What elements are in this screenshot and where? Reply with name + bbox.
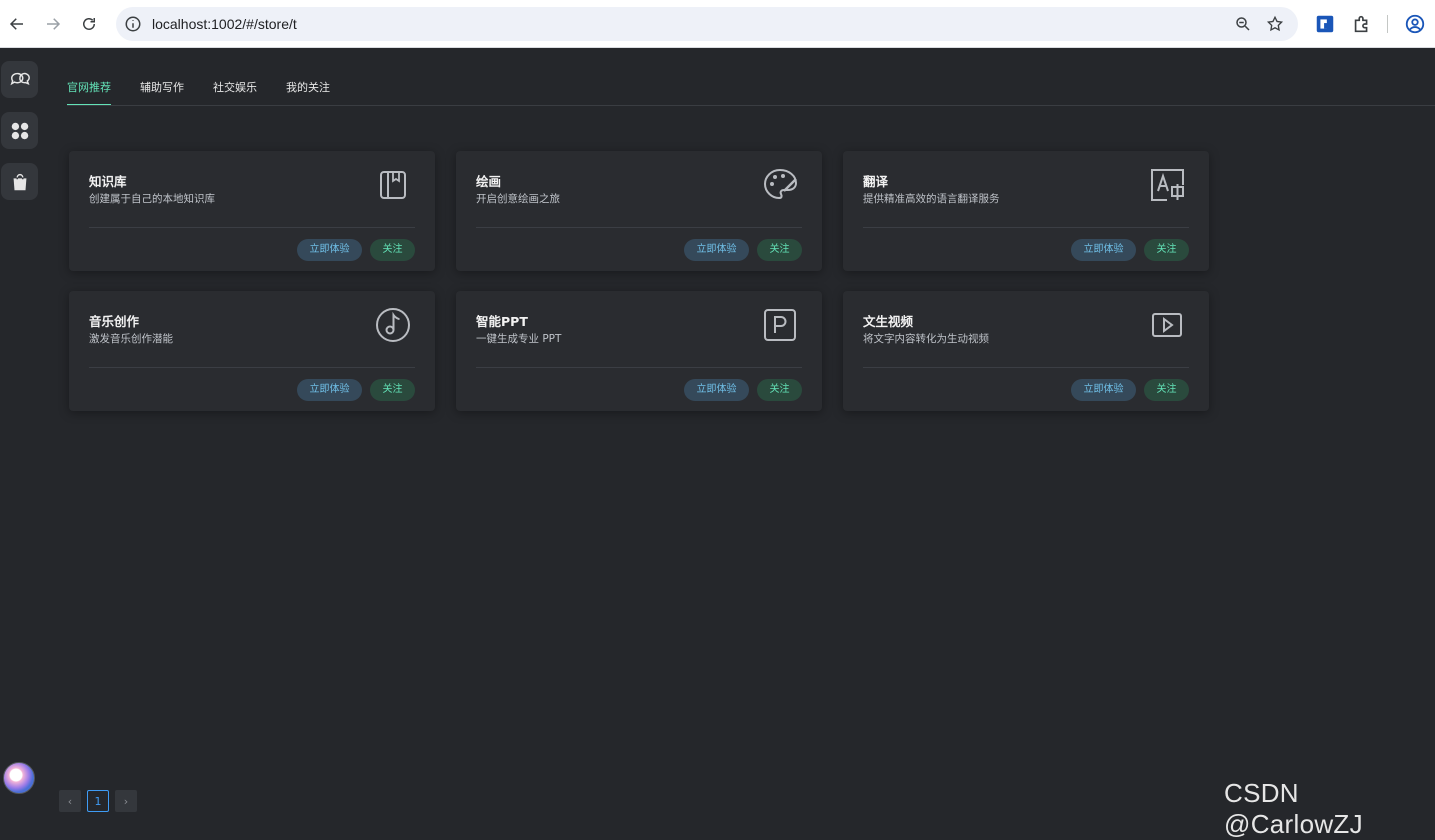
main-content: 官网推荐 辅助写作 社交娱乐 我的关注 知识库 创建属于自己的本地知识库 立即体… <box>40 48 1435 819</box>
follow-button[interactable]: 关注 <box>757 379 802 401</box>
tab-writing-assist[interactable]: 辅助写作 <box>140 80 184 106</box>
follow-button[interactable]: 关注 <box>757 239 802 261</box>
profile-icon[interactable] <box>1404 13 1426 35</box>
tab-my-follows[interactable]: 我的关注 <box>286 80 330 106</box>
card-title: 音乐创作 <box>89 314 140 329</box>
watermark: CSDN @CarlowZJ <box>1224 778 1363 839</box>
try-now-button[interactable]: 立即体验 <box>1071 239 1136 261</box>
app-card-text-to-video: 文生视频 将文字内容转化为生动视频 立即体验 关注 <box>843 291 1209 411</box>
card-divider <box>863 227 1189 228</box>
book-icon <box>380 171 406 199</box>
try-now-button[interactable]: 立即体验 <box>297 379 362 401</box>
try-now-button[interactable]: 立即体验 <box>1071 379 1136 401</box>
pagination: ‹ 1 › <box>59 790 143 812</box>
bookmark-star-icon[interactable] <box>1266 15 1284 33</box>
app-card-knowledge-base: 知识库 创建属于自己的本地知识库 立即体验 关注 <box>69 151 435 271</box>
tabs-divider <box>67 105 1435 106</box>
chat-nav-button[interactable] <box>1 61 38 98</box>
card-divider <box>476 367 802 368</box>
card-description: 激发音乐创作潜能 <box>89 333 173 345</box>
card-description: 提供精准高效的语言翻译服务 <box>863 193 1000 205</box>
arrow-right-icon <box>47 18 61 30</box>
card-description: 将文字内容转化为生动视频 <box>863 333 989 345</box>
ppt-icon <box>764 309 796 341</box>
card-divider <box>863 367 1189 368</box>
reload-button[interactable] <box>76 11 102 37</box>
page-number-button[interactable]: 1 <box>87 790 109 812</box>
try-now-button[interactable]: 立即体验 <box>684 379 749 401</box>
toolbar-separator <box>1387 15 1388 33</box>
try-now-button[interactable]: 立即体验 <box>297 239 362 261</box>
url-text[interactable]: localhost:1002/#/store/t <box>152 15 297 33</box>
avatar[interactable] <box>3 762 35 794</box>
follow-button[interactable]: 关注 <box>1144 379 1189 401</box>
music-note-icon <box>376 308 410 342</box>
zoom-icon[interactable] <box>1234 15 1252 33</box>
address-bar[interactable]: localhost:1002/#/store/t <box>116 7 1298 41</box>
app-card-translate: 翻译 提供精准高效的语言翻译服务 立即体验 关注 <box>843 151 1209 271</box>
follow-button[interactable]: 关注 <box>370 379 415 401</box>
sidebar <box>0 48 40 819</box>
arrow-left-icon <box>9 18 23 30</box>
card-title: 智能PPT <box>476 314 528 329</box>
reload-icon <box>83 18 95 30</box>
card-title: 知识库 <box>89 174 127 189</box>
card-description: 一键生成专业 PPT <box>476 333 562 345</box>
forward-button[interactable] <box>40 11 66 37</box>
card-description: 创建属于自己的本地知识库 <box>89 193 215 205</box>
try-now-button[interactable]: 立即体验 <box>684 239 749 261</box>
card-title: 绘画 <box>476 174 502 189</box>
app-root: 官网推荐 辅助写作 社交娱乐 我的关注 知识库 创建属于自己的本地知识库 立即体… <box>0 48 1435 839</box>
puzzle-icon[interactable] <box>1351 13 1373 35</box>
card-title: 文生视频 <box>863 314 914 329</box>
app-card-music: 音乐创作 激发音乐创作潜能 立即体验 关注 <box>69 291 435 411</box>
app-card-smart-ppt: 智能PPT 一键生成专业 PPT 立即体验 关注 <box>456 291 822 411</box>
card-description: 开启创意绘画之旅 <box>476 193 560 205</box>
chat-bubbles-icon <box>9 72 30 85</box>
card-title: 翻译 <box>863 174 889 189</box>
shopping-bag-icon <box>13 173 26 190</box>
translate-icon <box>1151 169 1184 201</box>
video-play-icon <box>1152 313 1182 337</box>
extension-icon[interactable] <box>1314 13 1336 35</box>
store-nav-button[interactable] <box>1 163 38 200</box>
next-page-button[interactable]: › <box>115 790 137 812</box>
back-button[interactable] <box>4 11 30 37</box>
browser-toolbar: localhost:1002/#/store/t <box>0 0 1435 48</box>
apps-nav-button[interactable] <box>1 112 38 149</box>
apps-grid-icon <box>11 122 28 139</box>
follow-button[interactable]: 关注 <box>1144 239 1189 261</box>
tab-official-recommend[interactable]: 官网推荐 <box>67 80 111 106</box>
prev-page-button[interactable]: ‹ <box>59 790 81 812</box>
info-icon[interactable] <box>124 15 142 33</box>
card-divider <box>89 367 415 368</box>
card-divider <box>476 227 802 228</box>
category-tabs: 官网推荐 辅助写作 社交娱乐 我的关注 <box>67 80 359 106</box>
palette-icon <box>763 168 798 200</box>
follow-button[interactable]: 关注 <box>370 239 415 261</box>
card-divider <box>89 227 415 228</box>
app-card-painting: 绘画 开启创意绘画之旅 立即体验 关注 <box>456 151 822 271</box>
tab-social-entertainment[interactable]: 社交娱乐 <box>213 80 257 106</box>
